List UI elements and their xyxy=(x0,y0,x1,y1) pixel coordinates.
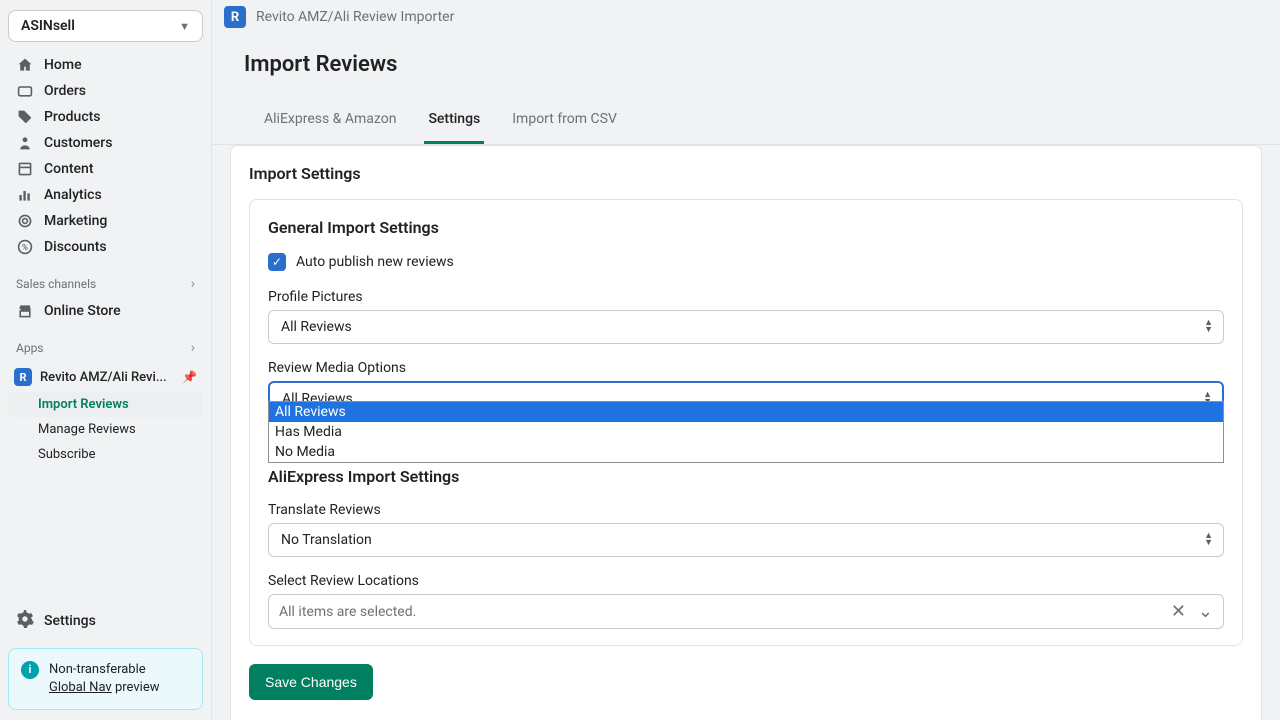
discount-icon: % xyxy=(16,239,34,255)
locations-multiselect[interactable]: All items are selected. ✕ ⌄ xyxy=(268,594,1224,629)
home-icon xyxy=(16,57,34,73)
nav-home[interactable]: Home xyxy=(8,52,203,78)
content-wrap: Import Settings General Import Settings … xyxy=(230,145,1262,720)
topbar: R Revito AMZ/Ali Review Importer xyxy=(212,0,1280,34)
person-icon xyxy=(16,135,34,151)
info-text: Non-transferable Global Nav preview xyxy=(49,661,159,697)
checkbox-label: Auto publish new reviews xyxy=(296,254,454,270)
multiselect-value: All items are selected. xyxy=(279,604,416,620)
nav-analytics[interactable]: Analytics xyxy=(8,182,203,208)
section-label-text: Apps xyxy=(16,341,44,355)
app-row-revito[interactable]: R Revito AMZ/Ali Revi... 📌 xyxy=(8,362,203,392)
tabs: AliExpress & Amazon Settings Import from… xyxy=(212,97,1280,145)
store-name: ASINsell xyxy=(21,18,75,34)
analytics-icon xyxy=(16,187,34,203)
global-nav-link[interactable]: Global Nav xyxy=(49,680,112,695)
app-name-label: Revito AMZ/Ali Revi... xyxy=(40,370,167,385)
select-arrows-icon: ▲▼ xyxy=(1204,320,1213,334)
app-logo-icon: R xyxy=(14,368,32,386)
nav-label: Analytics xyxy=(44,187,102,203)
tab-settings[interactable]: Settings xyxy=(424,97,484,144)
sub-import-reviews[interactable]: Import Reviews xyxy=(8,392,203,417)
apps-header[interactable]: Apps › xyxy=(8,334,203,362)
store-icon xyxy=(16,303,34,319)
app-logo-icon: R xyxy=(224,6,246,28)
sidebar: ASINsell ▼ Home Orders Products Customer… xyxy=(0,0,212,720)
nav-label: Customers xyxy=(44,135,112,151)
main-content: R Revito AMZ/Ali Review Importer Import … xyxy=(212,0,1280,720)
profile-pictures-label: Profile Pictures xyxy=(268,289,1224,305)
translate-select[interactable]: No Translation ▲▼ xyxy=(268,523,1224,557)
store-selector[interactable]: ASINsell ▼ xyxy=(8,10,203,42)
pin-icon[interactable]: 📌 xyxy=(182,370,197,384)
nav-marketing[interactable]: Marketing xyxy=(8,208,203,234)
review-media-dropdown: All Reviews Has Media No Media xyxy=(268,401,1224,463)
settings-label: Settings xyxy=(44,613,96,629)
nav-label: Home xyxy=(44,57,82,73)
dropdown-option-all[interactable]: All Reviews xyxy=(269,402,1223,422)
svg-text:%: % xyxy=(22,243,28,252)
page-title: Import Reviews xyxy=(212,34,1280,97)
review-media-label: Review Media Options xyxy=(268,360,1224,376)
tab-import-csv[interactable]: Import from CSV xyxy=(508,97,621,144)
chevron-right-icon: › xyxy=(191,340,195,356)
profile-pictures-select[interactable]: All Reviews ▲▼ xyxy=(268,310,1224,344)
nav-label: Marketing xyxy=(44,213,107,229)
select-arrows-icon: ▲▼ xyxy=(1204,533,1213,547)
translate-label: Translate Reviews xyxy=(268,502,1224,518)
auto-publish-row[interactable]: ✓ Auto publish new reviews xyxy=(268,253,1224,271)
nav-label: Discounts xyxy=(44,239,107,255)
general-card-title: General Import Settings xyxy=(268,218,1224,237)
gear-icon xyxy=(16,610,34,632)
sub-manage-reviews[interactable]: Manage Reviews xyxy=(8,417,203,442)
nav-content[interactable]: Content xyxy=(8,156,203,182)
checkbox-checked-icon[interactable]: ✓ xyxy=(268,253,286,271)
info-icon: i xyxy=(21,661,39,679)
clear-icon[interactable]: ✕ xyxy=(1171,601,1186,622)
locations-label: Select Review Locations xyxy=(268,573,1224,589)
section-label-text: Sales channels xyxy=(16,277,96,291)
nav-online-store[interactable]: Online Store xyxy=(8,298,203,324)
nav-label: Products xyxy=(44,109,101,125)
info-banner: i Non-transferable Global Nav preview xyxy=(8,648,203,710)
nav-label: Online Store xyxy=(44,303,121,319)
nav-discounts[interactable]: % Discounts xyxy=(8,234,203,260)
save-button[interactable]: Save Changes xyxy=(249,664,373,700)
sub-subscribe[interactable]: Subscribe xyxy=(8,442,203,467)
tab-aliexpress-amazon[interactable]: AliExpress & Amazon xyxy=(260,97,400,144)
tag-icon xyxy=(16,109,34,125)
nav-label: Orders xyxy=(44,83,86,99)
select-value: No Translation xyxy=(281,532,372,548)
chevron-down-icon: ▼ xyxy=(179,20,190,33)
aliexpress-card-title: AliExpress Import Settings xyxy=(268,467,1224,486)
chevron-down-icon[interactable]: ⌄ xyxy=(1198,601,1213,622)
dropdown-option-no-media[interactable]: No Media xyxy=(269,442,1223,462)
general-settings-card: General Import Settings ✓ Auto publish n… xyxy=(249,199,1243,646)
content-icon xyxy=(16,161,34,177)
app-title: Revito AMZ/Ali Review Importer xyxy=(256,9,454,25)
nav-products[interactable]: Products xyxy=(8,104,203,130)
select-value: All Reviews xyxy=(281,319,352,335)
target-icon xyxy=(16,213,34,229)
nav-customers[interactable]: Customers xyxy=(8,130,203,156)
orders-icon xyxy=(16,83,34,99)
nav-settings[interactable]: Settings xyxy=(8,604,203,638)
dropdown-option-has-media[interactable]: Has Media xyxy=(269,422,1223,442)
nav-orders[interactable]: Orders xyxy=(8,78,203,104)
import-settings-title: Import Settings xyxy=(249,164,1243,183)
chevron-right-icon: › xyxy=(191,276,195,292)
sales-channels-header[interactable]: Sales channels › xyxy=(8,270,203,298)
nav-label: Content xyxy=(44,161,94,177)
